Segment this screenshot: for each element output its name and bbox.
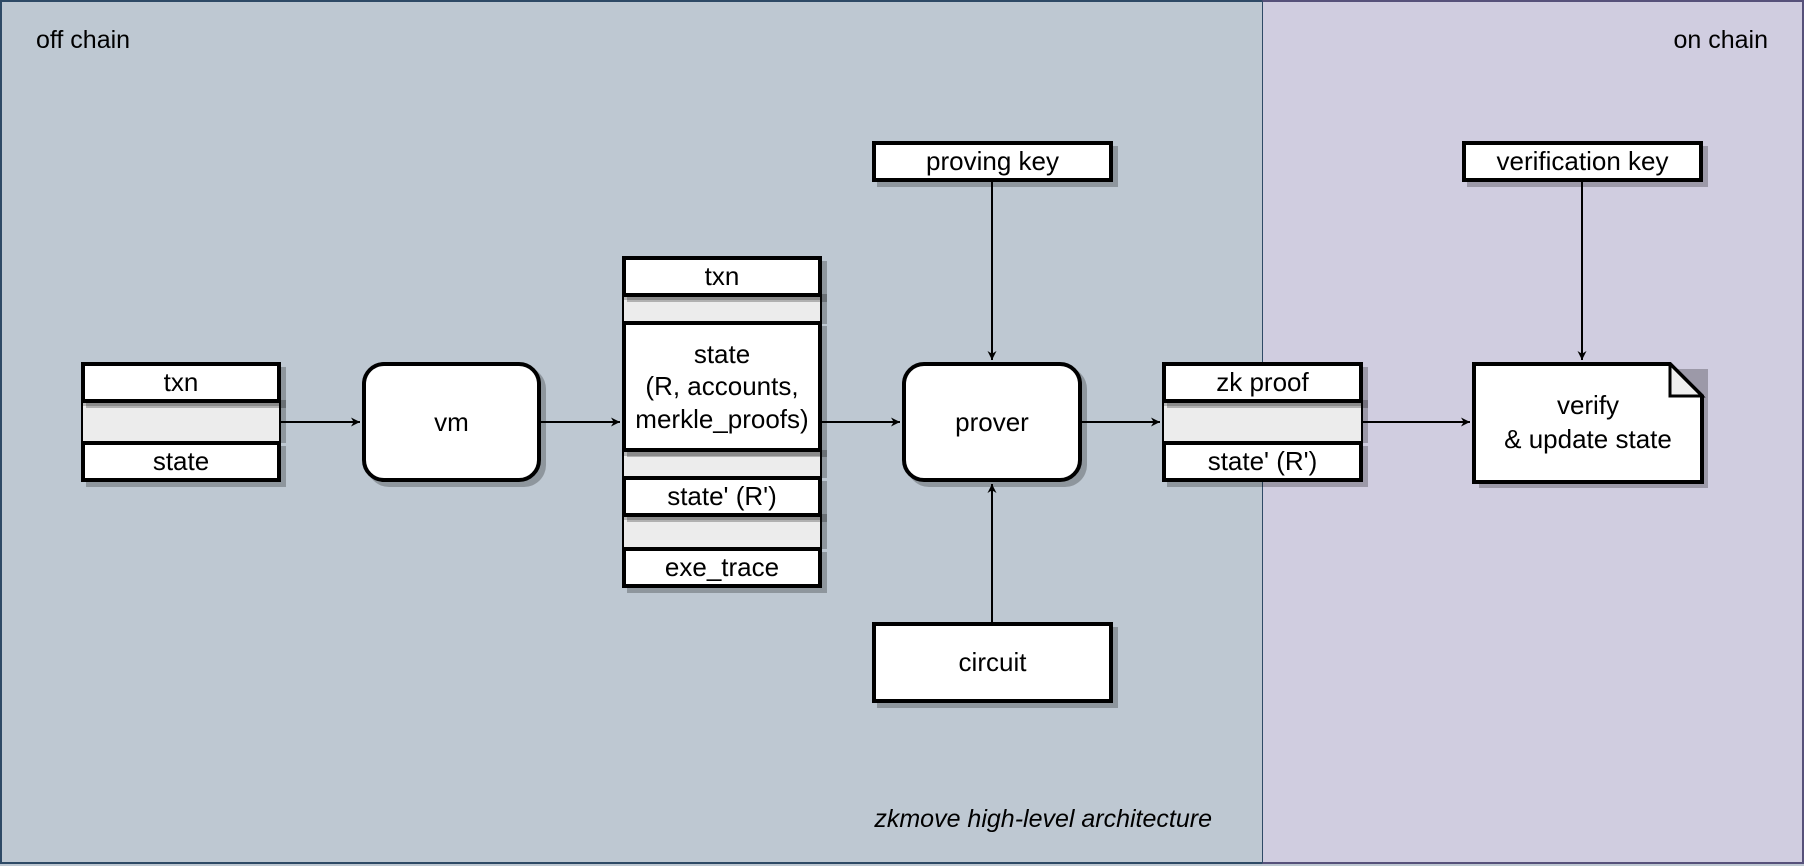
input-txn-box[interactable]: txn <box>81 362 281 403</box>
verify-line-1: verify <box>1556 390 1620 421</box>
proof-stack-separator <box>1162 400 1363 443</box>
circuit-box[interactable]: circuit <box>872 622 1113 703</box>
output-exe-trace-box[interactable]: exe_trace <box>622 547 822 588</box>
input-stack-separator <box>81 400 281 443</box>
verify-label: verify & update state <box>1472 362 1704 484</box>
verify-node[interactable]: verify & update state <box>1472 360 1709 489</box>
proving-key-box[interactable]: proving key <box>872 141 1113 182</box>
output-new-state-box[interactable]: state' (R') <box>622 476 822 517</box>
output-stack-separator-2 <box>622 450 822 478</box>
output-state-line-3: merkle_proofs) <box>635 403 809 434</box>
verification-key-box[interactable]: verification key <box>1462 141 1703 182</box>
output-state-box[interactable]: state (R, accounts, merkle_proofs) <box>622 321 822 452</box>
output-state-line-2: (R, accounts, <box>645 371 799 402</box>
output-stack-separator-1 <box>622 294 822 324</box>
verify-line-2: & update state <box>1504 424 1672 454</box>
output-state-line-1: state <box>693 338 751 369</box>
zk-proof-box[interactable]: zk proof <box>1162 362 1363 403</box>
prover-node[interactable]: prover <box>902 362 1082 482</box>
vm-node[interactable]: vm <box>362 362 541 482</box>
output-txn-box[interactable]: txn <box>622 256 822 297</box>
proof-new-state-box[interactable]: state' (R') <box>1162 441 1363 482</box>
output-stack-separator-3 <box>622 514 822 549</box>
input-state-box[interactable]: state <box>81 441 281 482</box>
